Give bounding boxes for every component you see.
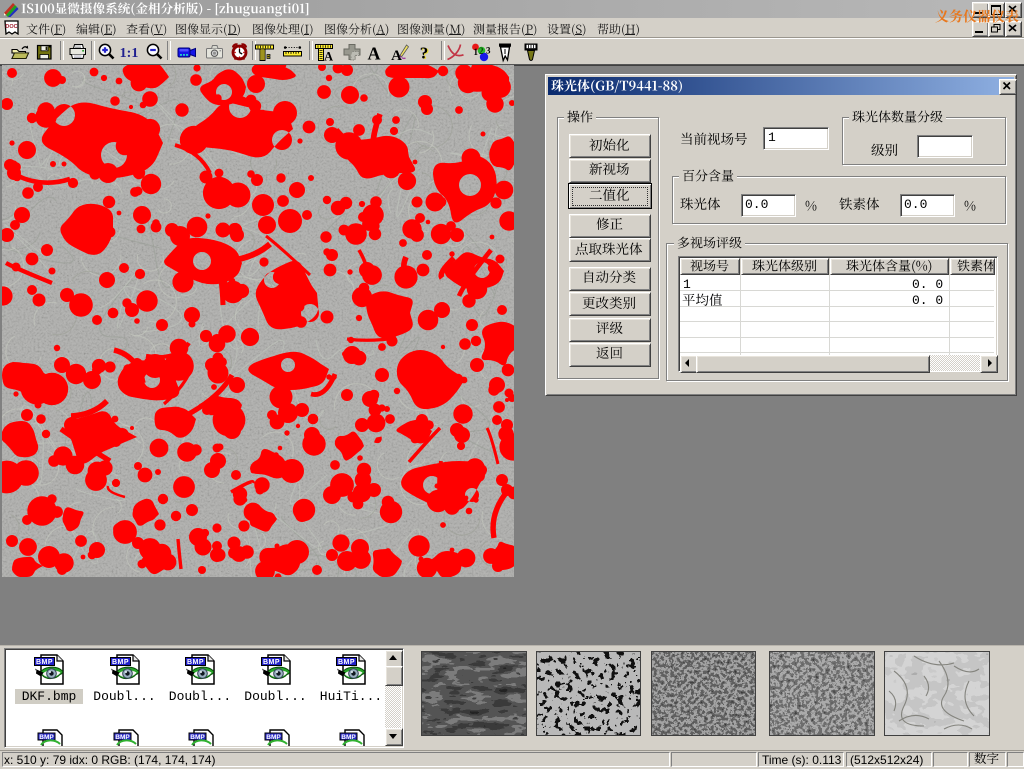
- svg-text:2: 2: [479, 46, 484, 56]
- svg-text:1: 1: [474, 47, 479, 57]
- svg-text:BMP: BMP: [111, 659, 128, 666]
- svg-text:BMP: BMP: [36, 659, 53, 666]
- svg-text:BMP: BMP: [338, 659, 355, 666]
- svg-text:A: A: [368, 44, 381, 64]
- svg-text:A: A: [324, 50, 333, 64]
- svg-text:DOC: DOC: [5, 24, 17, 30]
- svg-text:1:1: 1:1: [120, 46, 139, 61]
- svg-text:3: 3: [486, 46, 491, 56]
- svg-text:BMP: BMP: [187, 659, 204, 666]
- svg-text:BMP: BMP: [262, 659, 279, 666]
- svg-text:?: ?: [420, 44, 429, 63]
